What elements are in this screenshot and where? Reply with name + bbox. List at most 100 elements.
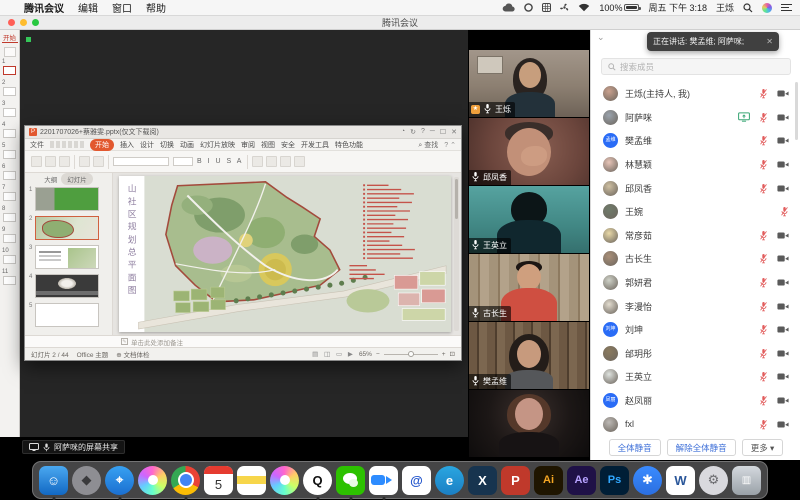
dock-safari-icon[interactable]: ⌖	[105, 466, 134, 495]
view-mode-buttons[interactable]: ▤ ◫ ▭ ▶	[312, 350, 355, 358]
member-mic-muted-icon[interactable]	[759, 395, 768, 406]
member-mic-muted-icon[interactable]	[759, 277, 768, 288]
ppt-quick-access-icons[interactable]	[50, 141, 84, 148]
slide-thumbnail-4[interactable]	[35, 274, 99, 298]
video-tile-camera[interactable]	[469, 390, 589, 457]
member-mic-muted-icon[interactable]	[759, 159, 768, 170]
member-camera-icon[interactable]	[777, 349, 789, 358]
zoom-out-button[interactable]: −	[376, 351, 380, 358]
member-mic-muted-icon[interactable]	[759, 135, 768, 146]
dock-photos-icon[interactable]	[270, 466, 299, 495]
menu-item-1[interactable]: 编辑	[78, 0, 98, 15]
ribbon-tab-开发工具[interactable]: 开发工具	[301, 140, 329, 150]
background-slide-thumb[interactable]: 4	[0, 122, 19, 142]
member-row-林慧颖[interactable]: 林慧颖	[591, 153, 800, 177]
new-slide-tool[interactable]	[79, 156, 90, 167]
slide-thumbnail-1[interactable]	[35, 187, 99, 211]
background-slide-thumb[interactable]: 10	[0, 248, 19, 268]
picture-tool[interactable]	[280, 156, 291, 167]
dock-pinwheel-icon[interactable]	[138, 466, 167, 495]
background-slide-thumb[interactable]: 11	[0, 269, 19, 289]
textbox-tool[interactable]	[252, 156, 263, 167]
member-camera-icon[interactable]	[777, 372, 789, 381]
member-row-邰玥彤[interactable]: 邰玥彤	[591, 342, 800, 366]
wifi-icon[interactable]	[578, 3, 590, 12]
member-camera-icon[interactable]	[777, 136, 789, 145]
panel-button-0[interactable]: 全体静音	[609, 439, 661, 456]
member-row-樊孟维[interactable]: 孟维樊孟维	[591, 129, 800, 153]
background-slide-thumb[interactable]: 9	[0, 227, 19, 247]
member-camera-icon[interactable]	[777, 89, 789, 98]
member-mic-muted-icon[interactable]	[759, 253, 768, 264]
cut-tool[interactable]	[45, 156, 56, 167]
member-search-box[interactable]: 搜索成员	[601, 58, 791, 75]
ribbon-tab-插入[interactable]: 插入	[120, 140, 134, 150]
dock-illustrator-icon[interactable]: Ai	[534, 466, 563, 495]
member-mic-muted-icon[interactable]	[759, 230, 768, 241]
ppt-panel-tab-幻灯片[interactable]: 幻灯片	[61, 173, 93, 185]
dock-chrome-icon[interactable]	[171, 466, 200, 495]
dock-netdisk-icon[interactable]: ✱	[633, 466, 662, 495]
ribbon-tab-幻灯片放映[interactable]: 幻灯片放映	[200, 140, 235, 150]
member-mic-muted-icon[interactable]	[759, 301, 768, 312]
background-slide-thumb[interactable]: 8	[0, 206, 19, 226]
fan-icon[interactable]	[560, 3, 569, 12]
font-size-combo[interactable]	[173, 157, 193, 166]
member-row-阿萨咪[interactable]: 阿萨咪	[591, 106, 800, 130]
ppt-window-controls[interactable]: ◔↻?─☐✕	[401, 128, 457, 136]
member-row-李漫怡[interactable]: 李漫怡	[591, 294, 800, 318]
slide-scrollbar[interactable]	[454, 177, 459, 331]
status-doc-check[interactable]: ⊕ 文档体检	[116, 349, 149, 359]
member-row-古长生[interactable]: 古长生	[591, 247, 800, 271]
grid-icon[interactable]	[542, 3, 551, 12]
ppt-file-menu[interactable]: 文件	[30, 140, 44, 150]
ribbon-tab-开始[interactable]: 开始	[90, 139, 114, 151]
member-row-fxl[interactable]: fxl	[591, 412, 800, 436]
dock-word-icon[interactable]: W	[666, 466, 695, 495]
menu-item-0[interactable]: 腾讯会议	[24, 0, 64, 15]
member-row-王婉[interactable]: 王婉	[591, 200, 800, 224]
member-row-常彦茹[interactable]: 常彦茹	[591, 224, 800, 248]
table-tool[interactable]	[294, 156, 305, 167]
background-slide-thumb[interactable]: 7	[0, 185, 19, 205]
member-mic-muted-icon[interactable]	[759, 348, 768, 359]
dock-launchpad-icon[interactable]: ◆	[72, 466, 101, 495]
member-camera-icon[interactable]	[777, 184, 789, 193]
member-row-郭妍君[interactable]: 郭妍君	[591, 271, 800, 295]
menu-datetime[interactable]: 周五 下午 3:18	[648, 1, 707, 14]
member-camera-icon[interactable]	[777, 325, 789, 334]
zoom-in-button[interactable]: +	[442, 351, 446, 358]
shortcuts-icon[interactable]	[524, 3, 533, 12]
menu-user[interactable]: 王烁	[716, 1, 734, 14]
member-mic-muted-icon[interactable]	[780, 206, 789, 217]
panel-button-1[interactable]: 解除全体静音	[667, 439, 736, 456]
dock-after-effects-icon[interactable]: Ae	[567, 466, 596, 495]
toast-close-icon[interactable]: ✕	[766, 37, 773, 46]
ribbon-tab-视图[interactable]: 视图	[261, 140, 275, 150]
dock-photoshop-icon[interactable]: Ps	[600, 466, 629, 495]
ribbon-tab-设计[interactable]: 设计	[140, 140, 154, 150]
dock-system-preferences-icon[interactable]: ⚙	[699, 466, 728, 495]
member-row-王烁(主持人, 我)[interactable]: 王烁(主持人, 我)	[591, 82, 800, 106]
background-slide-thumb[interactable]: 5	[0, 143, 19, 163]
dock-calendar-icon[interactable]: 5	[204, 466, 233, 495]
video-tile-王烁[interactable]: ★王烁	[469, 50, 589, 117]
ppt-find[interactable]: ⌕ 查找	[418, 140, 438, 150]
background-slide-thumb[interactable]: 1	[0, 59, 19, 79]
slide-thumbnail-5[interactable]	[35, 303, 99, 327]
background-ppt-tab[interactable]: 开始	[2, 32, 18, 43]
siri-icon[interactable]	[762, 3, 772, 13]
video-tile-邱凤香[interactable]: 邱凤香	[469, 118, 589, 185]
control-center-icon[interactable]	[781, 3, 792, 12]
copy-tool[interactable]	[59, 156, 70, 167]
slide-thumbnail-2[interactable]	[35, 216, 99, 240]
format-buttons[interactable]: B I U S A	[197, 158, 243, 165]
member-camera-icon[interactable]	[777, 254, 789, 263]
ribbon-tab-审阅[interactable]: 审阅	[241, 140, 255, 150]
dock-qq-icon[interactable]: Q	[303, 466, 332, 495]
ribbon-tab-切换[interactable]: 切换	[160, 140, 174, 150]
video-tile-樊孟维[interactable]: 樊孟维	[469, 322, 589, 389]
zoom-percent[interactable]: 65%	[359, 351, 372, 358]
member-row-赵凤丽[interactable]: 凤丽赵凤丽	[591, 389, 800, 413]
dock-cajviewer-icon[interactable]: @	[402, 466, 431, 495]
